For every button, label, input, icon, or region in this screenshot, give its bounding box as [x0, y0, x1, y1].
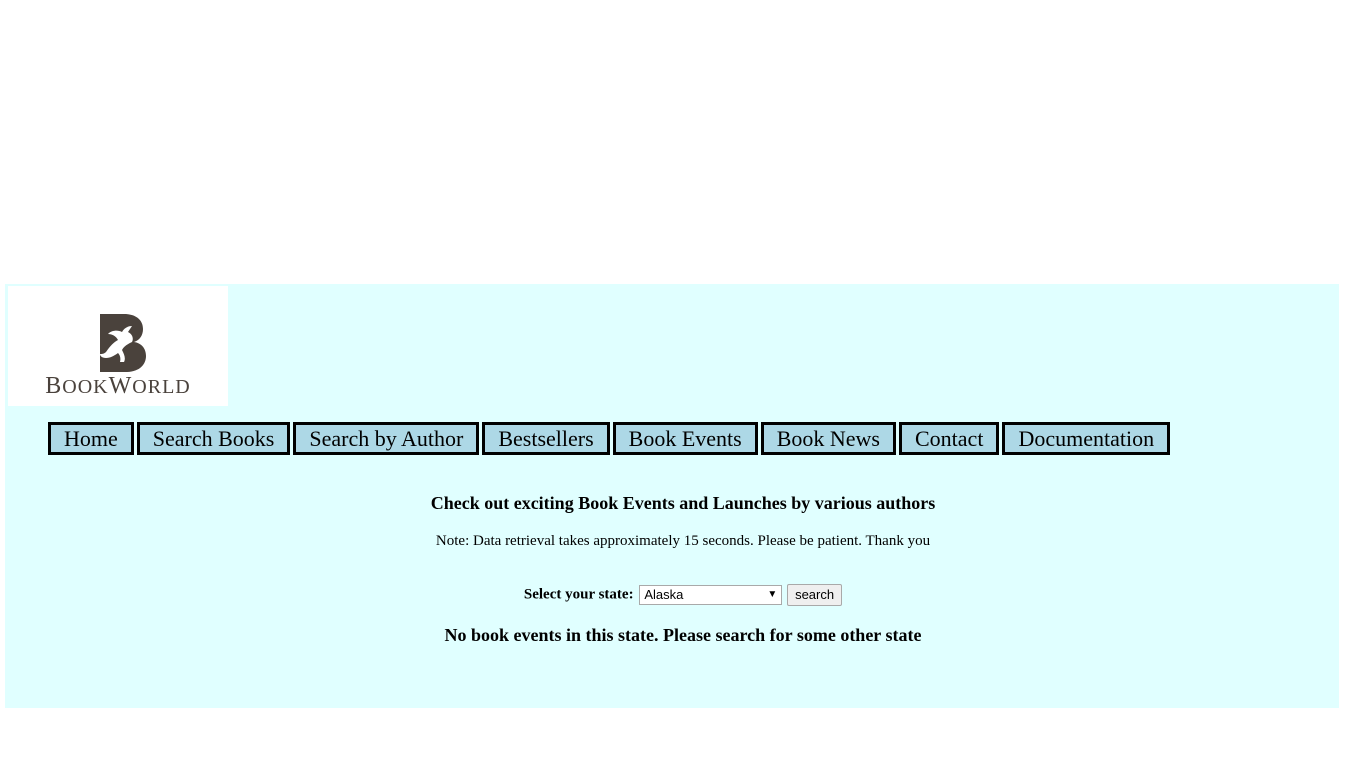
horse-b-logo-icon	[100, 314, 146, 372]
state-label: Select your state:	[523, 586, 634, 603]
nav-item-book-events[interactable]: Book Events	[612, 422, 758, 455]
state-search-form: Select your state: Alaska ▼ search	[5, 584, 1361, 606]
nav-item-search-by-author[interactable]: Search by Author	[293, 422, 480, 455]
result-message: No book events in this state. Please sea…	[444, 625, 922, 645]
content-panel: BOOKWORLD Home Search Books Search by Au…	[5, 284, 1339, 708]
nav-item-contact[interactable]: Contact	[899, 422, 1000, 455]
page-heading: Check out exciting Book Events and Launc…	[430, 493, 936, 513]
logo[interactable]: BOOKWORLD	[8, 286, 228, 406]
nav-item-book-news[interactable]: Book News	[760, 422, 896, 455]
main-nav: Home Search Books Search by Author Bests…	[48, 422, 1171, 455]
logo-text: BOOKWORLD	[45, 373, 191, 399]
dropdown-arrow-icon: ▼	[767, 589, 778, 600]
nav-item-bestsellers[interactable]: Bestsellers	[482, 422, 610, 455]
state-select[interactable]: Alaska ▼	[639, 585, 783, 605]
search-button[interactable]: search	[787, 584, 843, 606]
nav-item-home[interactable]: Home	[48, 422, 134, 455]
data-retrieval-note: Note: Data retrieval takes approximately…	[435, 533, 931, 549]
nav-item-documentation[interactable]: Documentation	[1002, 422, 1171, 455]
nav-item-search-books[interactable]: Search Books	[136, 422, 291, 455]
state-select-value: Alaska	[644, 587, 684, 602]
